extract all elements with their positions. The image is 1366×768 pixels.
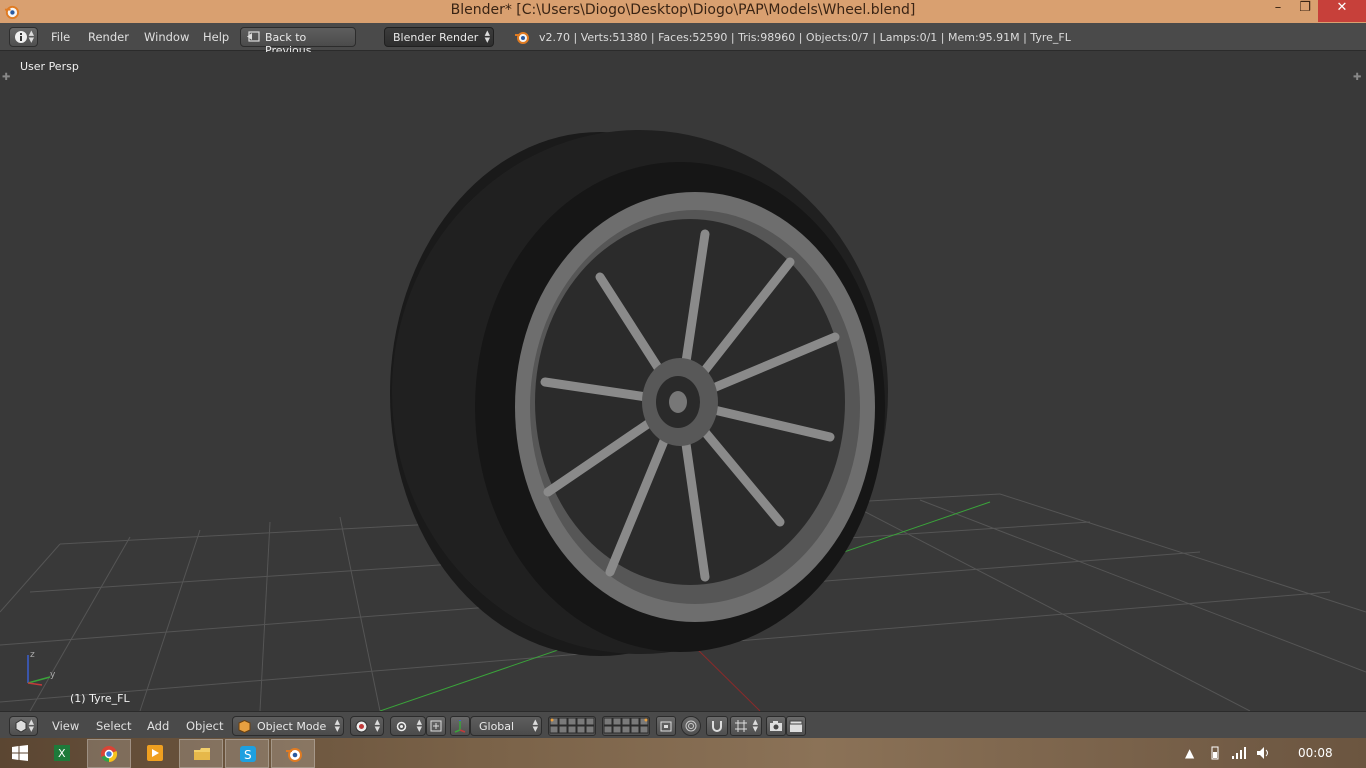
menu-render[interactable]: Render bbox=[88, 30, 129, 44]
network-signal-icon[interactable] bbox=[1231, 746, 1247, 760]
camera-icon bbox=[770, 721, 782, 731]
updown-arrows-icon: ▲ ▼ bbox=[28, 718, 34, 733]
manipulator-toggle[interactable] bbox=[426, 716, 446, 736]
close-button[interactable]: ✕ bbox=[1318, 0, 1366, 22]
view-name-label: User Persp bbox=[20, 60, 79, 73]
menu-view[interactable]: View bbox=[52, 719, 79, 733]
viewport-scene bbox=[0, 130, 1366, 711]
media-player-icon bbox=[147, 745, 163, 761]
taskbar-media-player[interactable] bbox=[133, 739, 177, 768]
orientation-label: Global bbox=[479, 720, 515, 733]
windows-logo-icon bbox=[12, 745, 28, 761]
taskbar-clock[interactable]: 00:08 bbox=[1298, 746, 1333, 760]
clapperboard-icon bbox=[789, 720, 803, 732]
mode-label: Object Mode bbox=[257, 720, 327, 733]
show-hidden-icons-button[interactable]: ▲ bbox=[1185, 746, 1194, 760]
proportional-editing-button[interactable] bbox=[681, 716, 701, 736]
3d-view-header: ▲ ▼ View Select Add Object Object Mode ▲ ▼… bbox=[0, 711, 1366, 738]
3d-view-icon bbox=[15, 719, 27, 733]
minimize-button[interactable]: – bbox=[1264, 0, 1292, 22]
shading-sphere-icon bbox=[355, 720, 368, 733]
updown-arrows-icon: ▲ ▼ bbox=[28, 29, 34, 44]
active-object-label: (1) Tyre_FL bbox=[70, 692, 130, 705]
opengl-animation-button[interactable] bbox=[786, 716, 806, 736]
updown-arrows-icon: ▲ ▼ bbox=[416, 718, 422, 733]
layer-lock-icon bbox=[660, 721, 672, 732]
taskbar-chrome[interactable] bbox=[87, 739, 131, 768]
layers-grid-icon bbox=[549, 717, 595, 734]
window-title-bar: Blender* [C:\Users\Diogo\Desktop\Diogo\P… bbox=[0, 0, 1366, 23]
start-button[interactable] bbox=[0, 739, 44, 768]
updown-arrows-icon: ▲ ▼ bbox=[334, 718, 340, 733]
excel-icon: X bbox=[54, 745, 70, 761]
taskbar-blender[interactable] bbox=[271, 739, 315, 768]
menu-object[interactable]: Object bbox=[186, 719, 223, 733]
snap-grid-icon bbox=[735, 720, 747, 732]
menu-select[interactable]: Select bbox=[96, 719, 131, 733]
mode-dropdown[interactable]: Object Mode ▲ ▼ bbox=[232, 716, 344, 736]
blender-logo-icon bbox=[515, 32, 529, 44]
pivot-icon bbox=[396, 721, 407, 732]
opengl-render-button[interactable] bbox=[766, 716, 786, 736]
render-engine-label: Blender Render bbox=[393, 31, 479, 44]
x-axis-line bbox=[689, 641, 761, 711]
proportional-edit-icon bbox=[685, 720, 697, 732]
y-axis-label: y bbox=[50, 670, 56, 680]
updown-arrows-icon: ▲ ▼ bbox=[532, 718, 538, 733]
scene-layers-2[interactable] bbox=[602, 716, 650, 736]
windows-taskbar: X S ▲ 00:08 bbox=[0, 738, 1366, 768]
region-expand-icon[interactable]: ✚ bbox=[1353, 72, 1361, 83]
taskbar-excel[interactable]: X bbox=[40, 739, 84, 768]
magnet-icon bbox=[712, 721, 722, 732]
back-to-previous-button[interactable]: Back to Previous bbox=[240, 27, 356, 57]
skype-icon: S bbox=[240, 746, 256, 762]
svg-text:S: S bbox=[244, 748, 252, 762]
updown-arrows-icon: ▲ ▼ bbox=[752, 718, 758, 733]
maximize-button[interactable]: ❐ bbox=[1292, 0, 1318, 22]
scene-statistics: v2.70 | Verts:51380 | Faces:52590 | Tris… bbox=[539, 31, 1071, 44]
z-axis-label: z bbox=[30, 650, 35, 660]
updown-arrows-icon: ▲ ▼ bbox=[484, 29, 490, 44]
menu-file[interactable]: File bbox=[51, 30, 70, 44]
scene-layers-1[interactable] bbox=[548, 716, 596, 736]
tyre-model bbox=[390, 130, 888, 656]
volume-icon[interactable] bbox=[1256, 746, 1272, 760]
translate-manipulator-icon bbox=[454, 720, 466, 733]
render-engine-dropdown[interactable]: Blender Render ▲ ▼ bbox=[384, 27, 494, 47]
taskbar-skype[interactable]: S bbox=[225, 739, 269, 768]
blender-icon bbox=[286, 748, 302, 762]
pivot-point-dropdown[interactable]: ▲ ▼ bbox=[390, 716, 426, 736]
back-arrow-icon bbox=[247, 31, 260, 42]
layers-grid-icon bbox=[603, 717, 649, 734]
viewport-shading-dropdown[interactable]: ▲ ▼ bbox=[350, 716, 384, 736]
info-icon bbox=[15, 31, 27, 43]
taskbar-file-explorer[interactable] bbox=[179, 739, 223, 768]
transform-orientation-dropdown[interactable]: Global ▲ ▼ bbox=[470, 716, 542, 736]
snap-toggle-button[interactable] bbox=[706, 716, 728, 736]
editor-type-selector[interactable]: ▲ ▼ bbox=[9, 27, 38, 47]
window-title: Blender* [C:\Users\Diogo\Desktop\Diogo\P… bbox=[450, 2, 916, 18]
menu-add[interactable]: Add bbox=[147, 719, 169, 733]
updown-arrows-icon: ▲ ▼ bbox=[374, 718, 380, 733]
3d-viewport[interactable]: User Persp ✚ ✚ z y (1) Tyre_FL bbox=[0, 52, 1366, 711]
info-header: ▲ ▼ File Render Window Help Back to Previ… bbox=[0, 23, 1366, 57]
menu-help[interactable]: Help bbox=[203, 30, 229, 44]
region-expand-icon[interactable]: ✚ bbox=[2, 72, 10, 83]
snap-element-dropdown[interactable]: ▲ ▼ bbox=[730, 716, 762, 736]
chrome-icon bbox=[101, 746, 118, 763]
axis-gizmo-icon: z y bbox=[27, 650, 56, 686]
menu-window[interactable]: Window bbox=[144, 30, 189, 44]
lock-layers-button[interactable] bbox=[656, 716, 676, 736]
editor-type-selector[interactable]: ▲ ▼ bbox=[9, 716, 38, 736]
svg-text:X: X bbox=[58, 747, 66, 760]
transform-widget-icon bbox=[430, 720, 442, 732]
file-explorer-icon bbox=[194, 748, 210, 760]
power-icon[interactable] bbox=[1208, 746, 1222, 760]
object-cube-icon bbox=[238, 720, 251, 733]
manipulator-translate-button[interactable] bbox=[450, 716, 470, 736]
